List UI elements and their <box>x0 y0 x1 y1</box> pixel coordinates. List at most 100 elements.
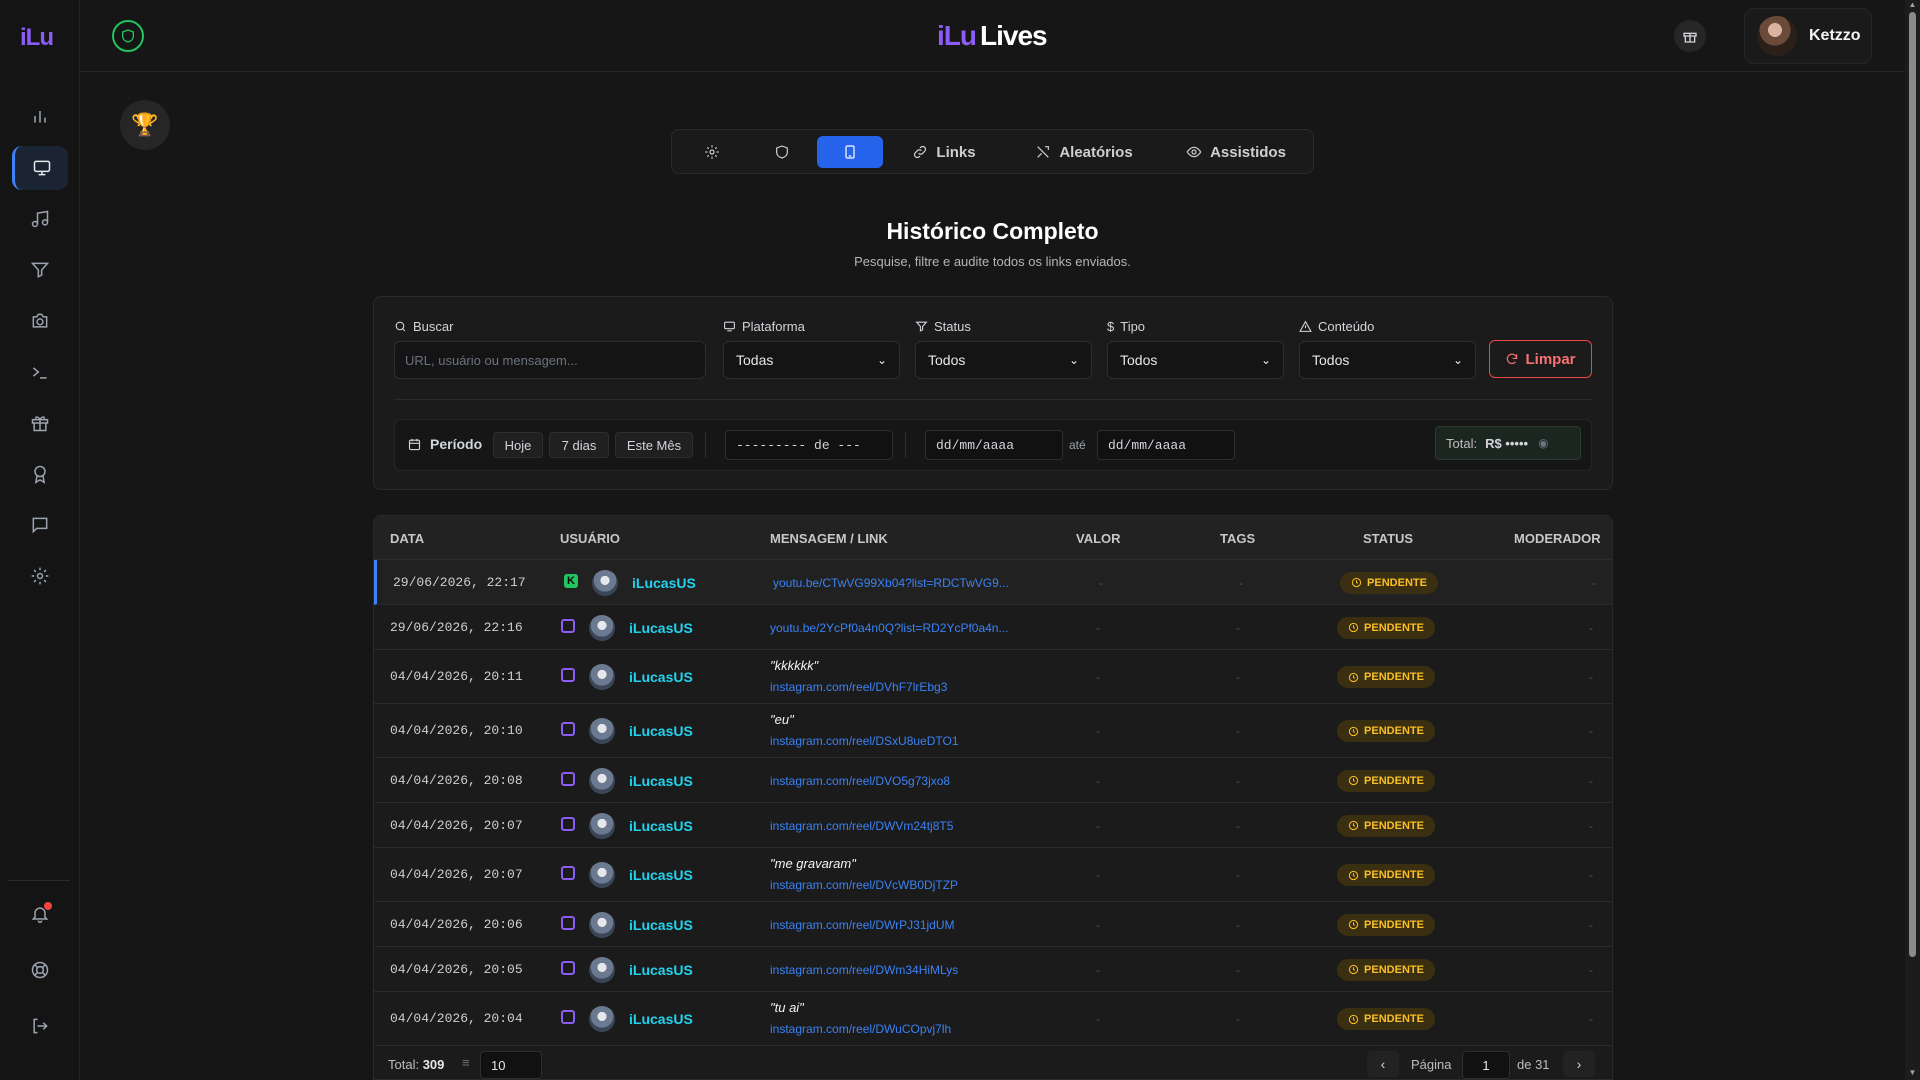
row-link[interactable]: instagram.com/reel/DVO5g73jxo8 <box>770 774 950 788</box>
row-link[interactable]: youtu.be/CTwVG99Xb04?list=RDCTwVG9... <box>773 576 1009 590</box>
avatar <box>589 1006 615 1032</box>
sidebar-item-settings[interactable] <box>12 554 68 598</box>
month-picker-input[interactable]: --------- de --- <box>725 430 893 460</box>
row-username[interactable]: iLucasUS <box>629 867 693 883</box>
next-page-button[interactable]: › <box>1563 1051 1595 1077</box>
scroll-thumb[interactable] <box>1909 12 1916 957</box>
trophy-button[interactable]: 🏆 <box>120 100 170 150</box>
status-badge-label: PENDENTE <box>1364 869 1424 881</box>
table-row[interactable]: 04/04/2026, 20:05 iLucasUS instagram.com/r… <box>374 947 1612 992</box>
brand-logo[interactable]: iLu Lives <box>937 20 1048 52</box>
col-header-mensagem[interactable]: MENSAGEM / LINK <box>770 531 888 546</box>
row-link[interactable]: instagram.com/reel/DWrPJ31jdUM <box>770 918 955 932</box>
type-select[interactable]: Todos ⌄ <box>1107 341 1284 379</box>
tab-moderation[interactable] <box>754 136 810 168</box>
user-menu[interactable]: Ketzzo <box>1744 8 1872 64</box>
row-username[interactable]: iLucasUS <box>629 723 693 739</box>
security-status-button[interactable] <box>112 20 144 52</box>
row-moderador: - <box>1589 1012 1593 1026</box>
col-header-data[interactable]: DATA <box>390 531 424 546</box>
eye-icon[interactable]: ◉ <box>1538 436 1548 450</box>
row-username[interactable]: iLucasUS <box>629 818 693 834</box>
row-tags: - <box>1236 724 1240 738</box>
row-username[interactable]: iLucasUS <box>629 917 693 933</box>
date-to-input[interactable]: dd/mm/aaaa <box>1097 430 1235 460</box>
table-row[interactable]: 04/04/2026, 20:07 iLucasUS instagram.com/r… <box>374 803 1612 848</box>
col-header-moderador[interactable]: MODERADOR <box>1514 531 1601 546</box>
sidebar-item-terminal[interactable] <box>12 350 68 394</box>
row-link[interactable]: instagram.com/reel/DSxU8ueDTO1 <box>770 734 959 748</box>
sidebar-item-camera[interactable] <box>12 299 68 343</box>
chevron-down-icon: ⌄ <box>876 353 887 367</box>
sidebar-item-support[interactable] <box>12 948 68 992</box>
sidebar-item-notifications[interactable] <box>12 892 68 936</box>
table-row[interactable]: 04/04/2026, 20:04 iLucasUS "tu ai" instagra… <box>374 992 1612 1046</box>
content-select[interactable]: Todos ⌄ <box>1299 341 1476 379</box>
prev-page-button[interactable]: ‹ <box>1367 1051 1399 1077</box>
platform-select[interactable]: Todas ⌄ <box>723 341 900 379</box>
gift-button[interactable] <box>1674 20 1706 52</box>
col-header-status[interactable]: STATUS <box>1363 531 1413 546</box>
row-username[interactable]: iLucasUS <box>629 773 693 789</box>
page-scrollbar[interactable]: ▲ ▼ <box>1905 0 1920 1080</box>
award-icon <box>34 465 46 484</box>
sidebar-item-chat[interactable] <box>12 503 68 547</box>
tab-history[interactable] <box>817 136 883 168</box>
row-username[interactable]: iLucasUS <box>629 620 693 636</box>
sidebar-item-logout[interactable] <box>12 1004 68 1048</box>
scroll-down-arrow[interactable]: ▼ <box>1908 1068 1917 1077</box>
sidebar-item-screen[interactable] <box>12 146 68 190</box>
row-username[interactable]: iLucasUS <box>632 575 696 591</box>
message-icon <box>32 517 48 534</box>
lifebuoy-icon <box>31 961 49 979</box>
row-link[interactable]: instagram.com/reel/DVcWB0DjTZP <box>770 878 958 892</box>
avatar <box>589 812 615 839</box>
quick-month-button[interactable]: Este Mês <box>615 432 693 458</box>
date-from-input[interactable]: dd/mm/aaaa <box>925 430 1063 460</box>
quick-7days-button[interactable]: 7 dias <box>549 432 609 458</box>
platform-label: Plataforma <box>723 319 805 334</box>
table-row[interactable]: 04/04/2026, 20:06 iLucasUS instagram.com/r… <box>374 902 1612 947</box>
table-row[interactable]: 04/04/2026, 20:11 iLucasUS "kkkkkk" instagr… <box>374 650 1612 704</box>
quick-today-button[interactable]: Hoje <box>493 432 543 458</box>
tab-watched[interactable]: Assistidos <box>1165 136 1307 168</box>
row-link[interactable]: instagram.com/reel/DVhF7lrEbg3 <box>770 680 947 694</box>
row-username[interactable]: iLucasUS <box>629 962 693 978</box>
sidebar-item-dashboard[interactable] <box>12 94 68 138</box>
status-select[interactable]: Todos ⌄ <box>915 341 1092 379</box>
page-number-input[interactable]: 1 <box>1462 1051 1510 1079</box>
col-header-usuario[interactable]: USUÁRIO <box>560 531 620 546</box>
col-header-valor[interactable]: VALOR <box>1076 531 1121 546</box>
row-valor: - <box>1096 818 1100 833</box>
tab-random[interactable]: Aleatórios <box>1009 136 1159 168</box>
table-row[interactable]: 04/04/2026, 20:07 iLucasUS "me gravaram" in… <box>374 848 1612 902</box>
page-label: Página <box>1411 1057 1452 1072</box>
sidebar-item-gifts[interactable] <box>12 401 68 445</box>
row-link[interactable]: instagram.com/reel/DWuCOpvj7lh <box>770 1022 951 1036</box>
table-row[interactable]: 04/04/2026, 20:10 iLucasUS "eu" instagram.c… <box>374 704 1612 758</box>
sidebar: iLu <box>0 0 80 1080</box>
row-tags: - <box>1236 962 1240 977</box>
row-link[interactable]: youtu.be/2YcPf0a4n0Q?list=RD2YcPf0a4n... <box>770 621 1008 635</box>
clock-icon <box>1348 820 1359 831</box>
scroll-up-arrow[interactable]: ▲ <box>1908 0 1917 9</box>
date-range-separator: até <box>1069 438 1086 452</box>
app-logo[interactable]: iLu <box>20 24 54 52</box>
table-row[interactable]: 04/04/2026, 20:08 iLucasUS instagram.com/r… <box>374 758 1612 803</box>
table-row[interactable]: 29/06/2026, 22:16 iLucasUS youtu.be/2YcPf0… <box>374 605 1612 650</box>
row-link[interactable]: instagram.com/reel/DWm34HiMLys <box>770 963 958 977</box>
row-username[interactable]: iLucasUS <box>629 1011 693 1027</box>
table-row[interactable]: 29/06/2026, 22:17 KiLucasUS youtu.be/CTwVG… <box>374 560 1612 605</box>
per-page-input[interactable]: 10 <box>480 1051 542 1079</box>
tab-links[interactable]: Links <box>894 136 994 168</box>
clear-filters-button[interactable]: Limpar <box>1489 340 1592 378</box>
row-username[interactable]: iLucasUS <box>629 669 693 685</box>
row-link[interactable]: instagram.com/reel/DWVm24tj8T5 <box>770 819 953 833</box>
search-input[interactable] <box>394 341 706 379</box>
sidebar-item-awards[interactable] <box>12 452 68 496</box>
list-icon: ≡ <box>462 1055 470 1070</box>
tab-settings[interactable] <box>684 136 740 168</box>
row-tags: - <box>1239 575 1243 590</box>
history-table: DATA USUÁRIO MENSAGEM / LINK VALOR TAGS … <box>373 515 1613 1080</box>
col-header-tags[interactable]: TAGS <box>1220 531 1255 546</box>
